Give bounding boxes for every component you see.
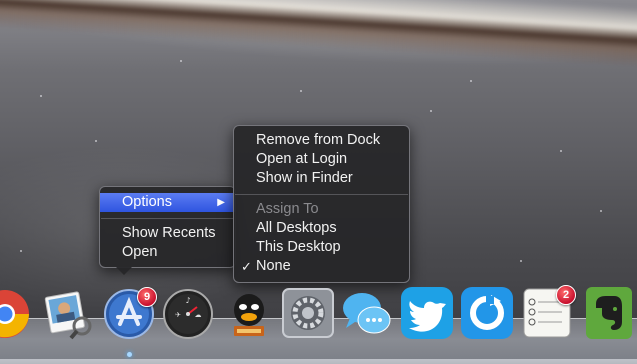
star (430, 110, 432, 112)
options-menu-item[interactable]: Options ▶ (100, 193, 235, 212)
cyberduck-icon[interactable] (222, 286, 276, 340)
evernote-icon[interactable] (580, 286, 634, 340)
remove-from-dock-menu-item[interactable]: Remove from Dock (234, 131, 409, 150)
menu-separator (101, 218, 234, 219)
preview-icon[interactable] (40, 286, 94, 340)
show-recents-menu-item[interactable]: Show Recents (100, 224, 235, 243)
svg-text:♪: ♪ (185, 296, 190, 305)
twitter-icon[interactable] (400, 286, 454, 340)
assign-to-header: Assign To (256, 201, 319, 217)
star (600, 210, 602, 212)
star (20, 250, 22, 252)
star (95, 140, 97, 142)
menu-pointer (116, 267, 132, 275)
star (560, 150, 562, 152)
open-at-login-menu-item[interactable]: Open at Login (234, 150, 409, 169)
none-menu-item[interactable]: ✓ None (234, 257, 409, 276)
dock-context-menu: Options ▶ Show Recents Open (99, 186, 236, 275)
all-desktops-menu-item[interactable]: All Desktops (234, 219, 409, 238)
options-label: Options (122, 194, 172, 210)
star (520, 260, 522, 262)
menu-separator (235, 194, 408, 195)
open-menu-item[interactable]: Open (100, 243, 235, 262)
star (300, 90, 302, 92)
star (470, 80, 472, 82)
running-indicator (127, 352, 132, 357)
app-store-badge: 9 (137, 287, 157, 307)
options-submenu: Remove from Dock Open at Login Show in F… (233, 125, 410, 283)
system-preferences-icon[interactable] (281, 286, 335, 340)
messages-icon[interactable] (340, 286, 394, 340)
checkmark-icon: ✓ (241, 259, 252, 274)
this-desktop-menu-item[interactable]: This Desktop (234, 238, 409, 257)
svg-text:✈: ✈ (175, 311, 181, 319)
dashboard-icon[interactable]: ♪ ✈ ☁ (161, 286, 215, 340)
reeder-icon[interactable] (460, 286, 514, 340)
star (180, 60, 182, 62)
chrome-icon[interactable] (0, 286, 32, 340)
none-label: None (256, 258, 291, 274)
submenu-arrow-icon: ▶ (217, 197, 225, 208)
svg-text:☁: ☁ (195, 311, 202, 319)
star (40, 95, 42, 97)
reminders-badge: 2 (556, 285, 576, 305)
show-in-finder-menu-item[interactable]: Show in Finder (234, 169, 409, 188)
